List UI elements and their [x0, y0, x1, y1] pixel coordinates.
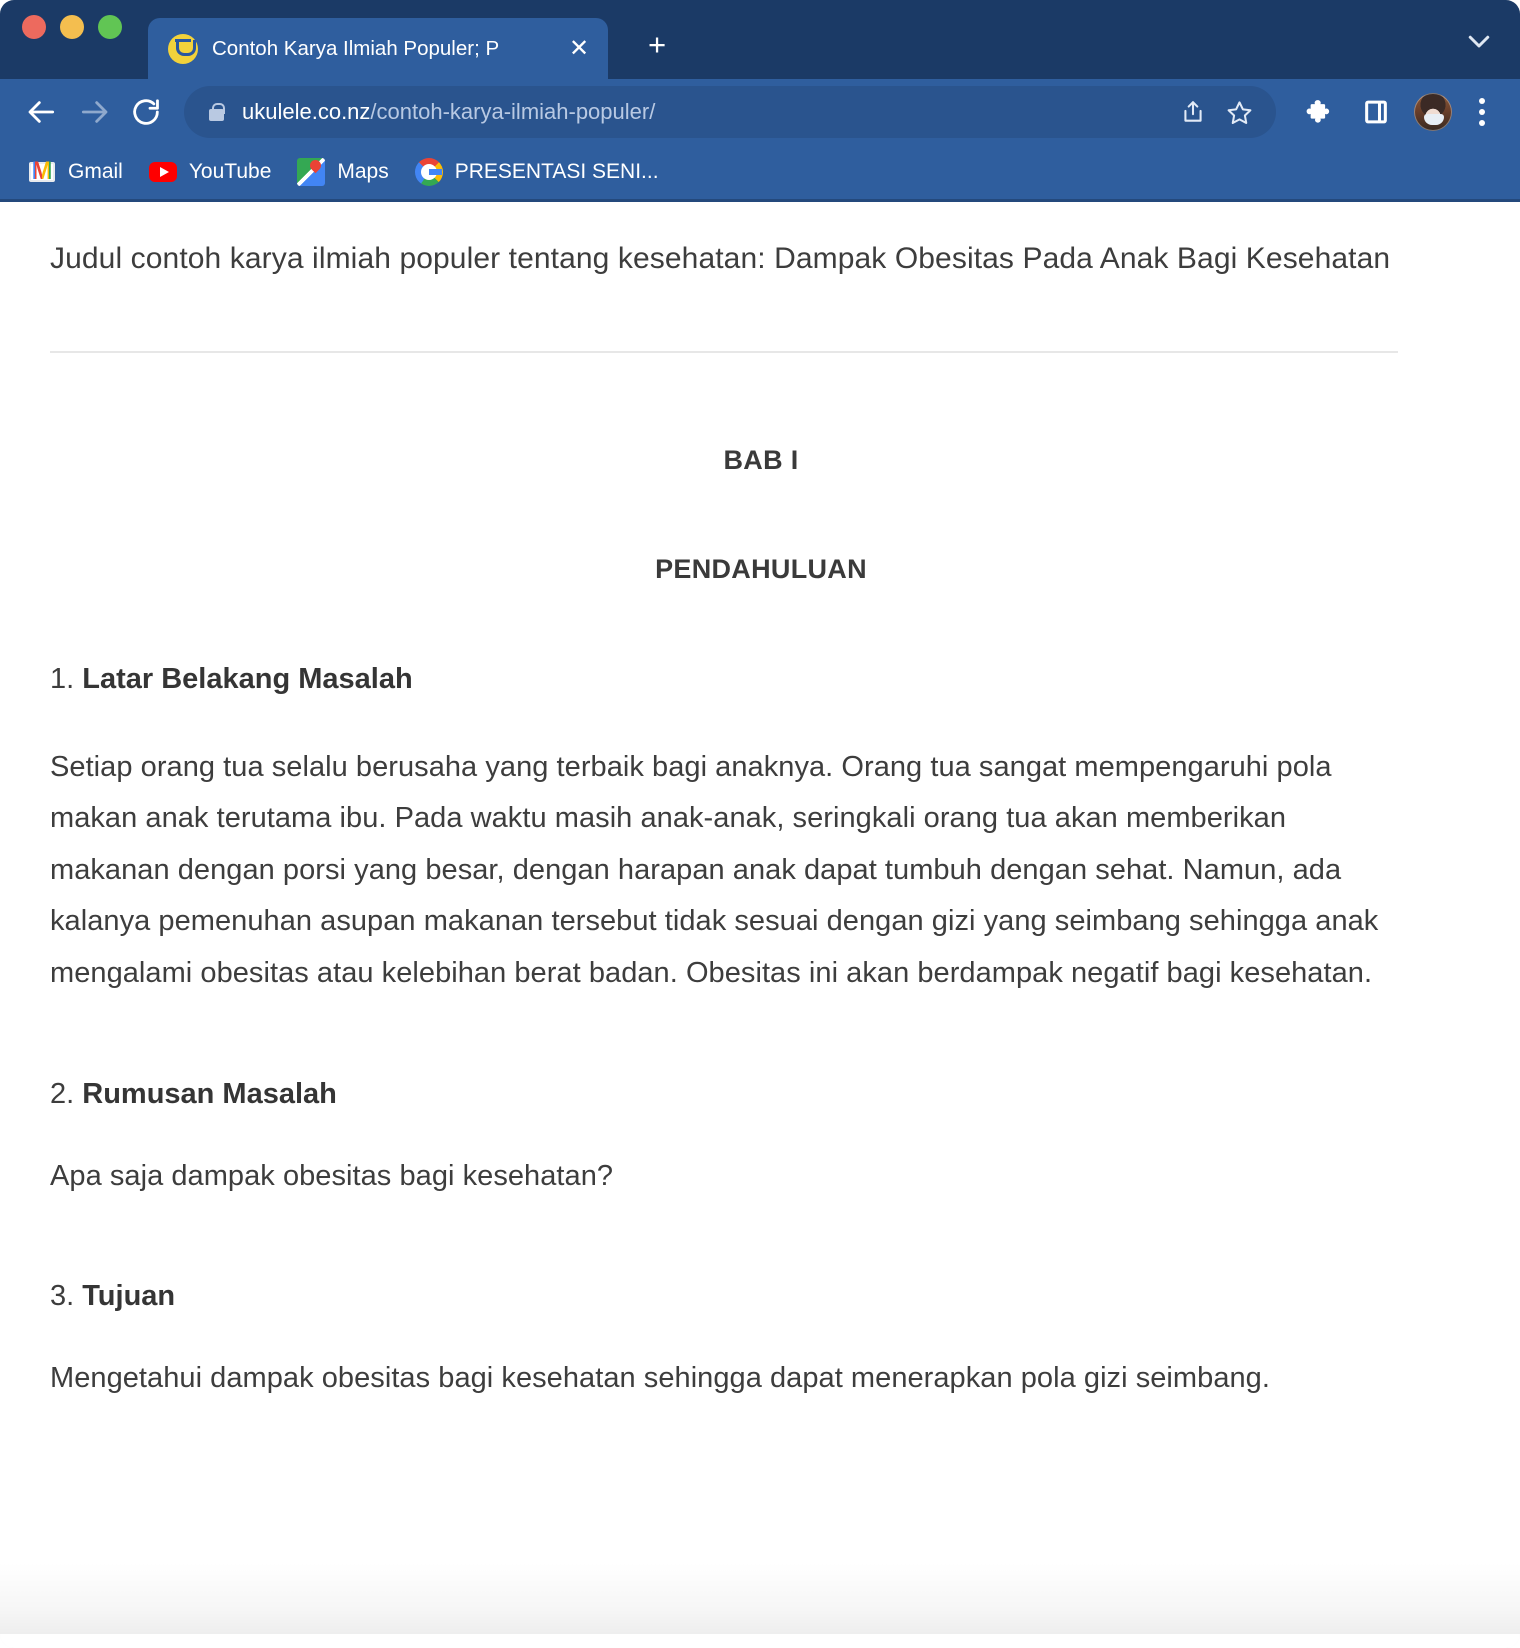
reload-icon[interactable]	[120, 86, 172, 138]
forward-arrow-icon[interactable]	[68, 86, 120, 138]
bookmark-gmail[interactable]: Gmail	[18, 150, 139, 194]
subsection-title: Rumusan Masalah	[82, 1077, 337, 1110]
browser-window: Contoh Karya Ilmiah Populer; P ✕ + ukule…	[0, 0, 1520, 1648]
side-panel-icon[interactable]	[1350, 86, 1402, 138]
google-icon	[414, 158, 443, 186]
subsection-heading-3: 3. Tujuan	[50, 1280, 1472, 1313]
subsection-body-2: Apa saja dampak obesitas bagi kesehatan?	[50, 1159, 614, 1192]
bookmark-label: PRESENTASI SENI...	[454, 160, 659, 183]
youtube-icon	[148, 158, 177, 186]
gmail-icon	[28, 157, 56, 186]
kebab-menu-icon[interactable]	[1462, 86, 1502, 138]
subsection-heading-2: 2. Rumusan Masalah	[50, 1078, 1472, 1111]
bookmark-maps[interactable]: Maps	[287, 150, 404, 194]
bookmark-presentasi-seni[interactable]: PRESENTASI SENI...	[405, 150, 675, 194]
puzzle-icon[interactable]	[1294, 86, 1346, 138]
page-viewport[interactable]: Judul contoh karya ilmiah populer tentan…	[0, 205, 1520, 1648]
share-icon[interactable]	[1170, 89, 1216, 135]
subsection-heading-1: 1. Latar Belakang Masalah	[50, 663, 1472, 696]
subsection-title: Latar Belakang Masalah	[82, 662, 413, 695]
maps-icon	[297, 158, 326, 186]
subsection-number: 3.	[50, 1280, 83, 1313]
subsection-body-1: Setiap orang tua selalu berusaha yang te…	[50, 750, 1379, 990]
url-path: /contoh-karya-ilmiah-populer/	[370, 99, 656, 124]
bookmark-label: Gmail	[68, 160, 123, 183]
article-content: Judul contoh karya ilmiah populer tentan…	[0, 205, 1520, 1405]
minimize-window-button[interactable]	[60, 14, 84, 39]
browser-tab-active[interactable]: Contoh Karya Ilmiah Populer; P ✕	[148, 18, 608, 80]
subsection-title: Tujuan	[82, 1280, 176, 1313]
bookmarks-bar: Gmail YouTube Maps PRESENTASI SENI...	[0, 145, 1520, 202]
tab-title: Contoh Karya Ilmiah Populer; P	[212, 37, 500, 60]
close-window-button[interactable]	[22, 14, 46, 39]
document-title: Judul contoh karya ilmiah populer tentan…	[50, 242, 1391, 275]
url-text: ukulele.co.nz/contoh-karya-ilmiah-popule…	[242, 99, 1170, 125]
tab-strip: Contoh Karya Ilmiah Populer; P ✕ +	[0, 0, 1520, 80]
address-bar[interactable]: ukulele.co.nz/contoh-karya-ilmiah-popule…	[184, 86, 1276, 138]
close-tab-icon[interactable]: ✕	[564, 34, 594, 64]
bookmark-label: Maps	[337, 160, 389, 183]
url-host: ukulele.co.nz	[242, 99, 371, 124]
subsection-number: 2.	[50, 1077, 83, 1110]
lock-icon	[206, 101, 226, 123]
bookmark-label: YouTube	[188, 160, 272, 183]
subsection-body-3: Mengetahui dampak obesitas bagi kesehata…	[50, 1362, 1270, 1395]
subsection-number: 1.	[50, 662, 83, 695]
profile-avatar[interactable]	[1414, 93, 1452, 131]
maximize-window-button[interactable]	[98, 14, 122, 39]
section-heading: PENDAHULUAN	[655, 553, 867, 584]
back-arrow-icon[interactable]	[16, 86, 68, 138]
bookmark-youtube[interactable]: YouTube	[139, 150, 288, 194]
ukulele-favicon-icon	[168, 34, 198, 64]
new-tab-button[interactable]: +	[638, 27, 676, 65]
content-divider	[50, 350, 1398, 353]
star-icon[interactable]	[1216, 89, 1262, 135]
chevron-down-icon[interactable]	[1464, 26, 1494, 56]
browser-toolbar: ukulele.co.nz/contoh-karya-ilmiah-popule…	[0, 79, 1520, 145]
chapter-heading: BAB I	[723, 444, 799, 475]
window-traffic-lights	[22, 0, 122, 79]
